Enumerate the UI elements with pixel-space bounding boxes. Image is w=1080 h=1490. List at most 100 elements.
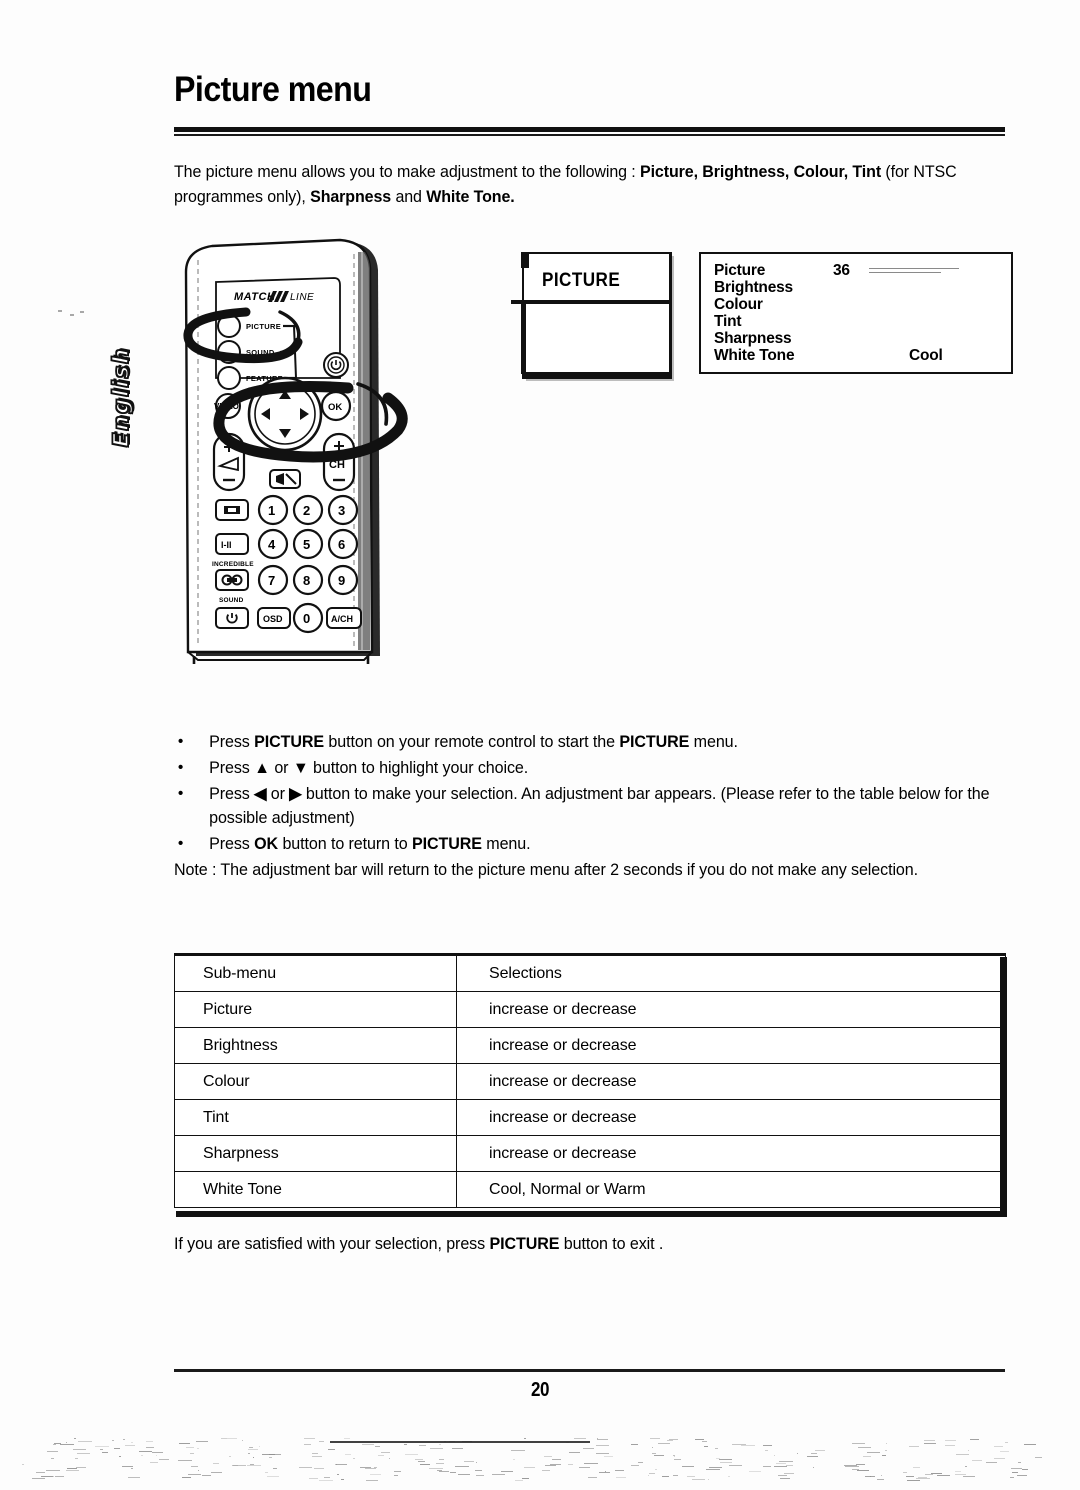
scan-speck bbox=[851, 1443, 865, 1445]
scan-speck bbox=[544, 1464, 556, 1466]
scan-speck bbox=[583, 1448, 595, 1450]
scan-speck bbox=[265, 1471, 269, 1473]
scan-speck bbox=[567, 1463, 573, 1465]
instruction-item-start-picture-menu: • Press PICTURE button on your remote con… bbox=[174, 730, 993, 754]
scan-speck bbox=[907, 1479, 921, 1481]
scan-speck bbox=[866, 1452, 880, 1454]
scan-speck bbox=[455, 1466, 470, 1468]
scan-speck bbox=[718, 1458, 732, 1460]
scan-speck bbox=[151, 1451, 163, 1453]
scan-speck bbox=[908, 1445, 919, 1447]
scan-speck bbox=[796, 1453, 798, 1455]
scan-speck bbox=[597, 1439, 609, 1441]
scan-speck bbox=[121, 1466, 133, 1468]
scan-speck bbox=[965, 1466, 968, 1468]
scan-speck bbox=[720, 1461, 733, 1463]
scan-speck bbox=[740, 1445, 755, 1447]
scan-speck bbox=[248, 1453, 251, 1455]
scan-speck bbox=[149, 1462, 158, 1464]
scan-speck bbox=[595, 1452, 609, 1454]
scan-speck bbox=[655, 1469, 658, 1471]
scan-speck bbox=[336, 1464, 348, 1466]
osd-menu-row[interactable]: Sharpness bbox=[714, 330, 1004, 347]
scan-speck bbox=[262, 1453, 276, 1455]
osd-menu-row-label: Tint bbox=[714, 313, 742, 330]
osd-menu-row[interactable]: Picture 36 bbox=[714, 262, 1004, 279]
scan-speck bbox=[202, 1475, 212, 1477]
scan-speck bbox=[881, 1455, 886, 1457]
scan-speck bbox=[551, 1459, 561, 1461]
scan-speck bbox=[186, 1446, 195, 1448]
scan-speck bbox=[55, 1475, 65, 1477]
scan-speck bbox=[131, 1468, 134, 1470]
scan-speck bbox=[681, 1466, 694, 1468]
scan-speck bbox=[266, 1476, 279, 1478]
scan-speck bbox=[269, 1456, 273, 1458]
scan-speck bbox=[1017, 1461, 1021, 1463]
scan-speck bbox=[78, 1441, 93, 1443]
instruction-item-return-to-picture-menu: • Press OK button to return to PICTURE me… bbox=[174, 832, 993, 856]
scan-speck bbox=[31, 1478, 45, 1479]
scan-speck bbox=[140, 1454, 143, 1456]
scan-speck bbox=[374, 1467, 378, 1469]
remote-ok-label: OK bbox=[328, 402, 342, 413]
scan-speck bbox=[65, 1470, 79, 1472]
scan-speck bbox=[341, 1479, 345, 1481]
scan-speck bbox=[604, 1456, 614, 1458]
scan-speck bbox=[937, 1475, 951, 1477]
scan-speck bbox=[362, 1444, 375, 1446]
osd-menu-row[interactable]: Colour bbox=[714, 296, 1004, 313]
scan-speck bbox=[844, 1464, 858, 1466]
scan-speck bbox=[476, 1474, 485, 1476]
svg-text:5: 5 bbox=[303, 537, 310, 552]
osd-menu-row[interactable]: Tint bbox=[714, 313, 1004, 330]
remote-incredible-label: INCREDIBLE bbox=[212, 561, 254, 568]
scan-speck bbox=[59, 1443, 74, 1445]
scan-speck bbox=[674, 1459, 682, 1461]
scan-speck bbox=[405, 1453, 419, 1455]
osd-menu-row[interactable]: White Tone Cool bbox=[714, 347, 1004, 364]
scan-artifact-noise bbox=[0, 1432, 1080, 1490]
scan-speck bbox=[500, 1471, 513, 1473]
instruction-emphasis: ▼ bbox=[292, 759, 309, 777]
scan-speck bbox=[475, 1470, 483, 1472]
scan-speck bbox=[568, 1451, 580, 1453]
scan-speck bbox=[857, 1469, 870, 1471]
scan-speck bbox=[778, 1475, 788, 1477]
scan-speck bbox=[94, 1445, 109, 1447]
scan-speck bbox=[41, 1476, 55, 1478]
scan-speck bbox=[415, 1458, 424, 1460]
svg-text:A/CH: A/CH bbox=[331, 614, 353, 624]
scan-speck bbox=[360, 1466, 372, 1468]
scan-speck bbox=[877, 1479, 885, 1481]
scan-speck bbox=[657, 1442, 670, 1444]
scan-speck bbox=[944, 1445, 955, 1447]
scan-speck bbox=[668, 1439, 678, 1441]
scan-speck bbox=[651, 1447, 653, 1449]
scan-speck bbox=[1012, 1472, 1019, 1474]
scan-speck bbox=[309, 1477, 319, 1479]
instruction-item-highlight-choice: • Press ▲ or ▼ button to highlight your c… bbox=[174, 756, 993, 780]
scan-speck bbox=[74, 1457, 78, 1459]
intro-plain-text: and bbox=[395, 188, 427, 206]
scan-speck bbox=[444, 1441, 447, 1443]
osd-left-bar bbox=[521, 300, 526, 374]
osd-menu-row-label: Sharpness bbox=[714, 330, 792, 347]
instruction-emphasis: PICTURE bbox=[411, 835, 482, 853]
scan-speck bbox=[343, 1438, 350, 1440]
scan-speck bbox=[313, 1467, 324, 1469]
scan-speck bbox=[863, 1456, 872, 1458]
osd-picture-title: PICTURE bbox=[542, 270, 621, 291]
osd-corner-mark bbox=[521, 252, 529, 268]
scan-speck bbox=[436, 1462, 445, 1464]
svg-text:4: 4 bbox=[268, 537, 276, 552]
instruction-text: Press bbox=[209, 733, 255, 751]
osd-picture-menu-screen: Picture 36 Brightness Colour Tint Sharpness Wh… bbox=[699, 252, 1013, 374]
osd-menu-row[interactable]: Brightness bbox=[714, 279, 1004, 296]
table-cell: increase or decrease bbox=[456, 991, 1006, 1028]
language-tab: English bbox=[100, 315, 140, 485]
instruction-emphasis: ◀ bbox=[254, 785, 267, 803]
scan-speck bbox=[786, 1465, 794, 1467]
scan-speck bbox=[336, 1473, 339, 1475]
footer-rule bbox=[174, 1369, 1005, 1372]
